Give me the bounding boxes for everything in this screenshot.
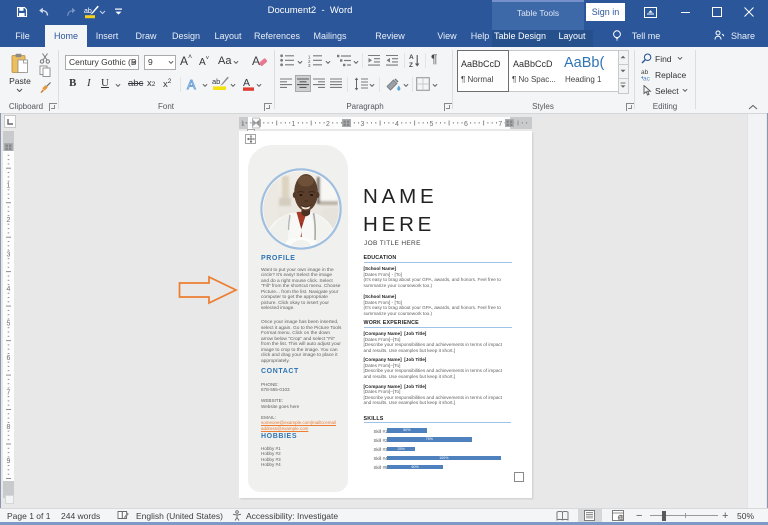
svg-text:A: A [187, 77, 196, 92]
svg-text:4: 4 [7, 286, 11, 293]
svg-text:1: 1 [292, 121, 296, 128]
svg-text:A: A [243, 77, 250, 89]
svg-text:3: 3 [7, 251, 11, 258]
svg-text:A: A [409, 54, 414, 61]
svg-text:A: A [252, 54, 260, 68]
svg-text:ac: ac [643, 76, 651, 82]
svg-text:5: 5 [429, 121, 433, 128]
svg-text:2: 2 [7, 217, 11, 224]
svg-text:9: 9 [7, 458, 11, 465]
svg-text:ab: ab [212, 77, 220, 86]
svg-text:6: 6 [7, 355, 11, 362]
svg-text:ab: ab [84, 8, 92, 15]
svg-text:Z: Z [409, 62, 413, 68]
svg-text:8: 8 [7, 424, 11, 431]
svg-text:6: 6 [464, 121, 468, 128]
svg-text:2: 2 [326, 121, 330, 128]
svg-text:3: 3 [308, 63, 311, 67]
svg-text:4: 4 [395, 121, 399, 128]
svg-text:1: 1 [242, 122, 246, 128]
svg-text:7: 7 [7, 389, 11, 396]
svg-text:5: 5 [7, 320, 11, 327]
svg-text:1: 1 [7, 183, 11, 190]
svg-text:3: 3 [361, 121, 365, 128]
svg-text:7: 7 [498, 121, 502, 128]
